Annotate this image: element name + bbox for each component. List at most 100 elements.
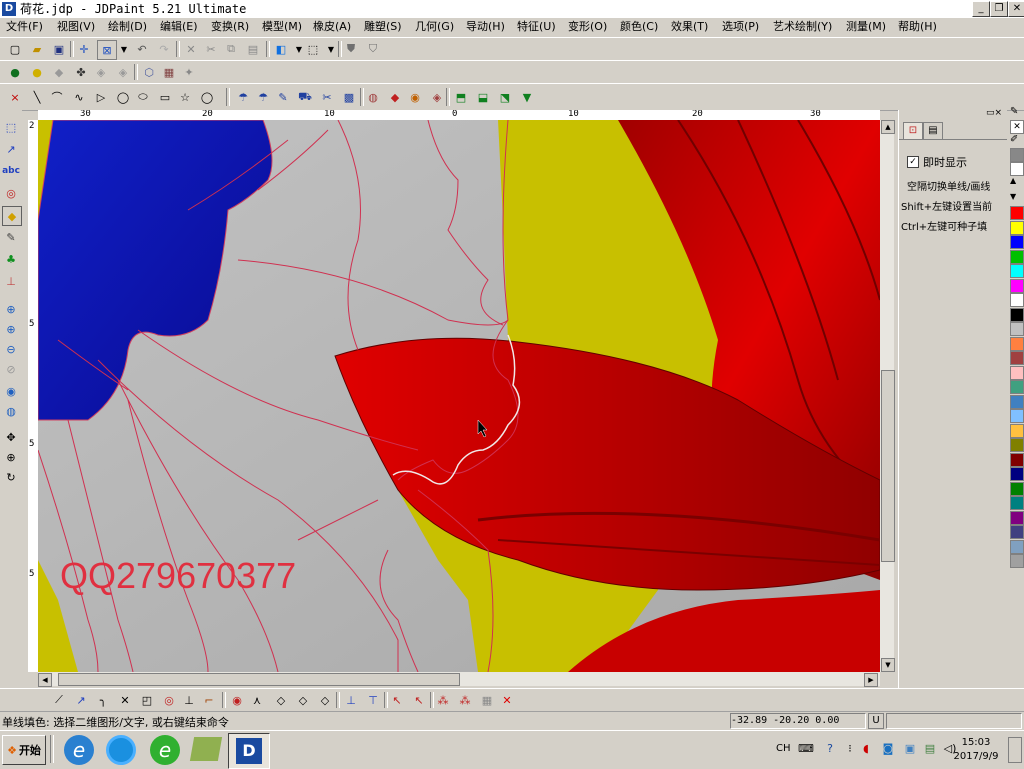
brush-icon[interactable]: ✐ bbox=[1010, 134, 1018, 145]
node-edit-icon[interactable]: ↗ bbox=[2, 140, 20, 158]
trim-icon[interactable]: ⟋ bbox=[50, 691, 68, 709]
zoom-prev-icon[interactable]: ⊘ bbox=[2, 360, 20, 378]
grid-delete-icon[interactable]: ▦ bbox=[478, 691, 496, 709]
scroll-down-icon[interactable]: ▼ bbox=[881, 658, 895, 672]
scroll-right-icon[interactable]: ▶ bbox=[864, 673, 878, 687]
menu-geometry[interactable]: 几何(G) bbox=[415, 19, 454, 35]
tangent-icon[interactable]: ⋏ bbox=[248, 691, 266, 709]
grid-icon[interactable]: ▦ bbox=[160, 63, 178, 81]
pen-icon[interactable]: ✎ bbox=[2, 228, 20, 246]
redo-icon[interactable]: ↷ bbox=[155, 40, 173, 58]
menu-color[interactable]: 颜色(C) bbox=[620, 19, 658, 35]
color-swatch[interactable] bbox=[1010, 380, 1024, 394]
green-browser-icon[interactable]: e bbox=[150, 735, 180, 765]
minimize-button[interactable]: _ bbox=[972, 1, 990, 17]
zoom-out-icon[interactable]: ⊖ bbox=[2, 340, 20, 358]
cut-icon[interactable]: ✂ bbox=[202, 40, 220, 58]
menu-sweep[interactable]: 导动(H) bbox=[466, 19, 505, 35]
pen-icon[interactable]: ✎ bbox=[1010, 106, 1018, 117]
keyboard-icon[interactable]: ⌨ bbox=[798, 741, 814, 757]
color-swatch[interactable] bbox=[1010, 307, 1024, 322]
color-swatch[interactable] bbox=[1010, 351, 1024, 365]
save-icon[interactable]: ▣ bbox=[50, 40, 68, 58]
offset-icon[interactable]: ◎ bbox=[160, 691, 178, 709]
color-swatch[interactable] bbox=[1010, 249, 1024, 264]
color-swatch[interactable] bbox=[1010, 322, 1024, 336]
scroll-up-icon[interactable]: ▲ bbox=[881, 120, 895, 134]
color-swatch[interactable] bbox=[1010, 539, 1024, 554]
menu-effect[interactable]: 效果(T) bbox=[671, 19, 708, 35]
measure-icon[interactable]: ⊥ bbox=[2, 272, 20, 290]
instant-display-checkbox[interactable]: ✓ bbox=[907, 156, 919, 168]
material-icon[interactable]: ✤ bbox=[72, 63, 90, 81]
render-icon[interactable]: ◆ bbox=[50, 63, 68, 81]
star-icon[interactable]: ☆ bbox=[176, 88, 194, 106]
model-icon[interactable]: ⬔ bbox=[496, 88, 514, 106]
color-swatch[interactable] bbox=[1010, 365, 1024, 380]
select-box-icon[interactable]: ⊠ bbox=[97, 40, 117, 60]
menu-measure[interactable]: 测量(M) bbox=[846, 19, 886, 35]
help-icon[interactable]: ? bbox=[822, 741, 838, 757]
color-swatch[interactable] bbox=[1010, 206, 1024, 220]
panel-close-icon[interactable]: ▭× bbox=[986, 108, 1002, 118]
polygon-icon[interactable]: ◯ bbox=[198, 88, 216, 106]
app-icon[interactable]: D bbox=[2, 2, 16, 16]
color-swatch[interactable] bbox=[1010, 510, 1024, 525]
press-tool-icon[interactable]: ⛟ bbox=[296, 88, 314, 106]
panel-tab-document[interactable]: ▤ bbox=[923, 122, 943, 139]
weave-icon[interactable]: ◈ bbox=[428, 88, 446, 106]
drawing-canvas[interactable]: QQ279670377 bbox=[38, 120, 880, 672]
shade-icon[interactable]: ◈ bbox=[114, 63, 132, 81]
text-tool-icon[interactable]: abc bbox=[2, 162, 20, 180]
mode-indicator[interactable]: U bbox=[868, 713, 884, 729]
pointer-delete-icon[interactable]: ↖ bbox=[410, 691, 428, 709]
color-swatch[interactable] bbox=[1010, 423, 1024, 438]
color-swatch[interactable] bbox=[1010, 452, 1024, 467]
shield-icon[interactable]: ⛊ bbox=[342, 40, 360, 58]
color-swatch[interactable] bbox=[1010, 438, 1024, 452]
new-file-icon[interactable]: ▢ bbox=[6, 40, 24, 58]
point-icon[interactable]: × bbox=[6, 88, 24, 106]
arrow-shape-icon[interactable]: ▷ bbox=[92, 88, 110, 106]
current-color-swatch[interactable] bbox=[1010, 162, 1024, 176]
color-swatch[interactable] bbox=[1010, 496, 1024, 510]
diamond-node-icon[interactable]: ◇ bbox=[272, 691, 290, 709]
menu-file[interactable]: 文件(F) bbox=[6, 19, 43, 35]
crosshair-icon[interactable]: ✛ bbox=[75, 40, 93, 58]
view-cube-icon[interactable]: ⬚ bbox=[304, 40, 322, 58]
options-icon[interactable]: ⁝ bbox=[842, 741, 858, 757]
diamond-node-icon[interactable]: ◇ bbox=[294, 691, 312, 709]
perpendicular-icon[interactable]: ⊥ bbox=[180, 691, 198, 709]
scatter-icon[interactable]: ⁂ bbox=[434, 691, 452, 709]
menu-eraser[interactable]: 橡皮(A) bbox=[313, 19, 351, 35]
color-swatch[interactable] bbox=[1010, 235, 1024, 249]
menu-help[interactable]: 帮助(H) bbox=[898, 19, 937, 35]
node-icon[interactable]: ◉ bbox=[228, 691, 246, 709]
vertical-scrollbar[interactable]: ▲ ▼ bbox=[880, 120, 895, 672]
zoom-in-icon[interactable]: ⊕ bbox=[2, 320, 20, 338]
scatter-icon[interactable]: ⁂ bbox=[456, 691, 474, 709]
rotate-icon[interactable]: ◎ bbox=[2, 184, 20, 202]
select-icon[interactable]: ⬚ bbox=[2, 118, 20, 136]
color-swatch[interactable] bbox=[1010, 467, 1024, 481]
dropdown-arrow-icon[interactable]: ▼ bbox=[115, 40, 133, 58]
color-swatch[interactable] bbox=[1010, 481, 1024, 496]
color-swatch[interactable] bbox=[1010, 394, 1024, 409]
arc-icon[interactable]: ⌒ bbox=[48, 88, 66, 106]
undo-icon[interactable]: ↶ bbox=[133, 40, 151, 58]
color-swatch[interactable] bbox=[1010, 336, 1024, 351]
language-indicator[interactable]: CH bbox=[776, 743, 791, 754]
scroll-down-icon[interactable]: ▼ bbox=[1010, 192, 1016, 201]
restore-button[interactable]: ❐ bbox=[990, 1, 1008, 17]
chamfer-icon[interactable]: ⌐ bbox=[200, 691, 218, 709]
scroll-up-icon[interactable]: ▲ bbox=[1010, 176, 1016, 185]
open-folder-icon[interactable]: ▰ bbox=[28, 40, 46, 58]
security-icon[interactable]: ◖ bbox=[858, 741, 874, 757]
pan-icon[interactable]: ✥ bbox=[2, 428, 20, 446]
smooth-tool-icon[interactable]: ✎ bbox=[274, 88, 292, 106]
pattern-swatch[interactable] bbox=[1010, 148, 1024, 162]
fillet-icon[interactable]: ╮ bbox=[94, 691, 112, 709]
paste-icon[interactable]: ▤ bbox=[244, 40, 262, 58]
fill-icon[interactable]: ◆ bbox=[2, 206, 22, 226]
menu-options[interactable]: 选项(P) bbox=[722, 19, 759, 35]
